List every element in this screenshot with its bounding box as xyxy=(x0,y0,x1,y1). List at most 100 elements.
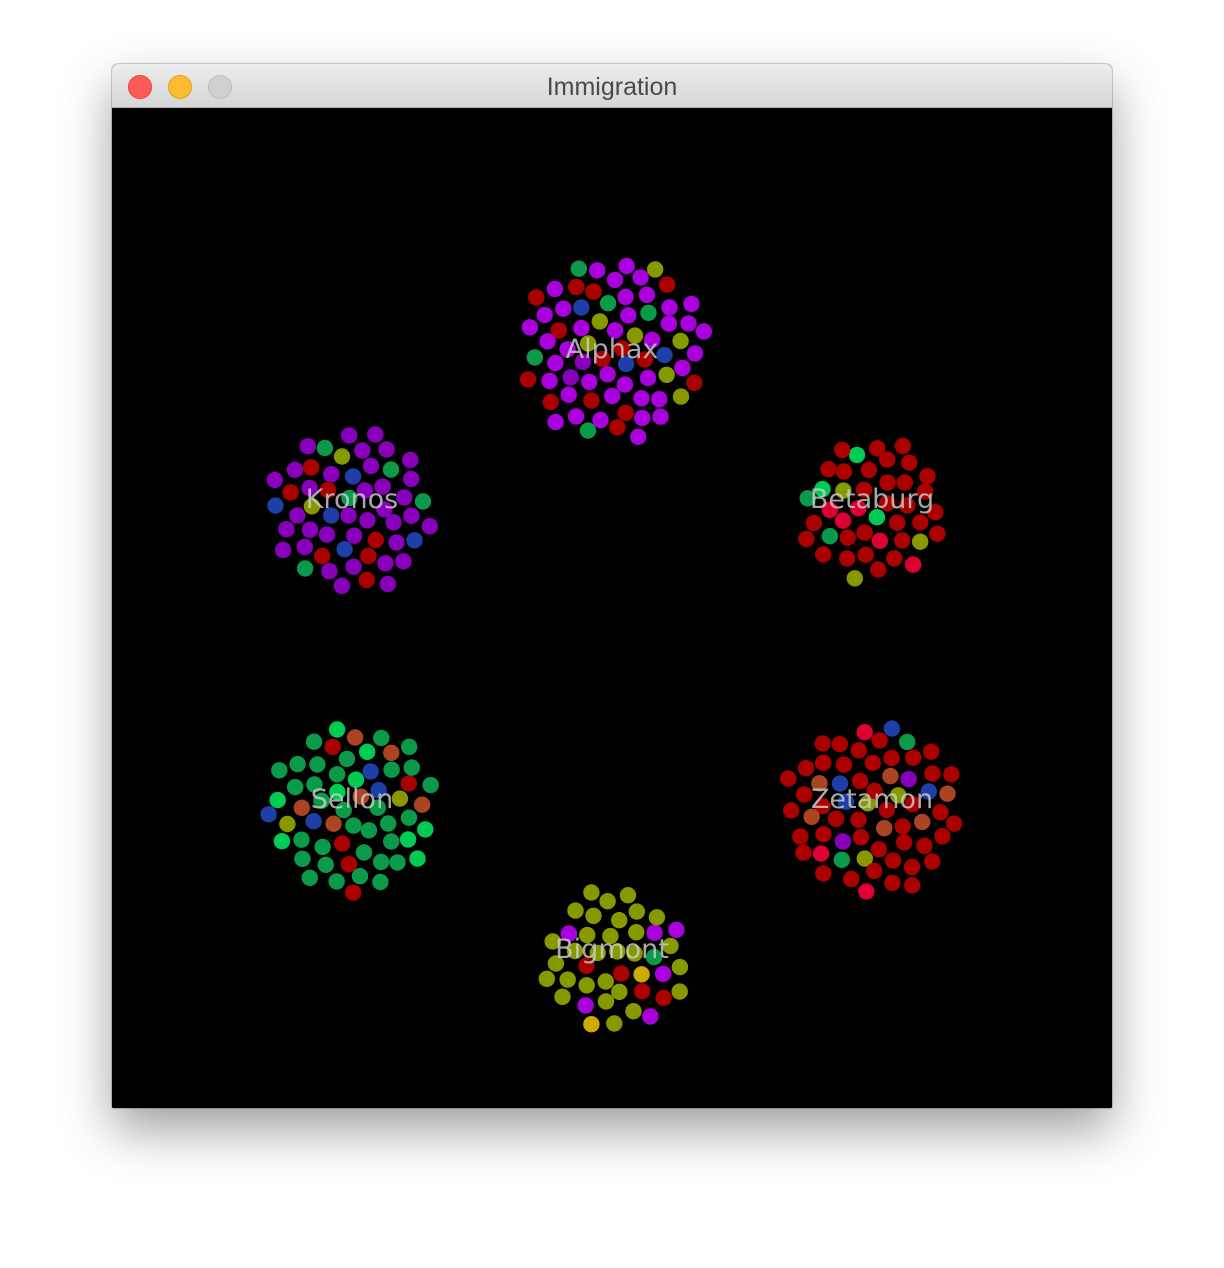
agent-dot-sellon xyxy=(400,809,418,826)
agent-dot-alphax xyxy=(562,369,579,386)
agent-dot-sellon xyxy=(373,729,390,747)
agent-dot-alphax xyxy=(539,333,556,350)
agent-dot-kronos xyxy=(299,438,316,455)
agent-dot-betaburg xyxy=(846,570,863,587)
agent-dot-zetamon xyxy=(905,749,922,766)
agent-dot-betaburg xyxy=(886,550,903,567)
agent-dot-kronos xyxy=(296,538,313,556)
agent-dot-sellon xyxy=(328,721,346,738)
agent-dot-zetamon xyxy=(945,815,963,832)
agent-dot-bigmont xyxy=(538,970,555,987)
agent-dot-zetamon xyxy=(834,833,852,850)
agent-dot-alphax xyxy=(570,260,587,277)
agent-dot-sellon xyxy=(359,743,376,760)
agent-dot-alphax xyxy=(567,408,585,425)
agent-dot-zetamon xyxy=(882,767,899,785)
agent-dot-kronos xyxy=(414,493,432,510)
agent-dot-sellon xyxy=(293,799,310,816)
agent-dot-sellon xyxy=(391,790,409,807)
agent-dot-betaburg xyxy=(821,528,839,545)
agent-dot-zetamon xyxy=(843,870,860,888)
agent-dot-alphax xyxy=(579,422,597,439)
agent-dot-sellon xyxy=(334,835,351,852)
agent-dot-betaburg xyxy=(901,454,918,471)
agent-dot-alphax xyxy=(658,366,675,383)
agent-dot-sellon xyxy=(305,733,323,750)
window-title: Immigration xyxy=(546,73,678,101)
agent-dot-kronos xyxy=(388,534,405,551)
agent-dot-bigmont xyxy=(567,902,584,919)
agent-dot-alphax xyxy=(686,374,703,391)
agent-dot-bigmont xyxy=(583,1016,600,1033)
agent-dot-bigmont xyxy=(597,973,614,990)
agent-dot-betaburg xyxy=(912,514,929,531)
agent-dot-sellon xyxy=(324,738,341,755)
agent-dot-zetamon xyxy=(856,724,873,741)
agent-dot-alphax xyxy=(521,319,539,336)
agent-dot-zetamon xyxy=(943,766,960,783)
agent-dot-alphax xyxy=(536,306,553,324)
agent-dot-bigmont xyxy=(633,983,651,1000)
agent-dot-alphax xyxy=(695,323,713,340)
agent-dot-kronos xyxy=(289,507,306,524)
agent-dot-kronos xyxy=(367,426,384,443)
agent-dot-bigmont xyxy=(625,1003,642,1020)
agent-dot-kronos xyxy=(318,526,336,543)
agent-dot-betaburg xyxy=(919,468,936,485)
agent-dot-alphax xyxy=(652,408,669,425)
agent-dot-alphax xyxy=(633,390,650,407)
agent-dot-sellon xyxy=(293,831,310,848)
agent-dot-zetamon xyxy=(797,760,815,777)
agent-dot-alphax xyxy=(680,315,697,332)
agent-dot-zetamon xyxy=(870,841,888,858)
agent-dot-betaburg xyxy=(929,525,946,542)
agent-dot-bigmont xyxy=(619,887,637,904)
agent-dot-zetamon xyxy=(795,786,813,803)
agent-dot-sellon xyxy=(399,831,417,848)
agent-dot-zetamon xyxy=(884,852,902,869)
agent-dot-alphax xyxy=(660,315,678,332)
agent-dot-sellon xyxy=(328,766,346,783)
agent-dot-bigmont xyxy=(606,1015,623,1032)
agent-dot-sellon xyxy=(338,750,356,768)
city-label-sellon: Sellon xyxy=(311,784,393,815)
agent-dot-alphax xyxy=(592,411,609,429)
agent-dot-betaburg xyxy=(912,533,929,550)
agent-dot-zetamon xyxy=(904,877,921,894)
agent-dot-alphax xyxy=(617,288,634,306)
agent-dot-kronos xyxy=(341,427,358,444)
agent-dot-alphax xyxy=(683,295,700,313)
agent-dot-zetamon xyxy=(916,837,933,854)
agent-dot-sellon xyxy=(345,817,362,834)
agent-dot-alphax xyxy=(638,286,656,303)
agent-dot-betaburg xyxy=(834,441,851,459)
agent-dot-alphax xyxy=(555,300,572,317)
agent-dot-zetamon xyxy=(815,754,832,771)
agent-dot-betaburg xyxy=(815,546,832,563)
agent-dot-sellon xyxy=(294,850,311,867)
agent-dot-bigmont xyxy=(577,997,594,1014)
title-bar[interactable]: Immigration xyxy=(112,64,1112,108)
agent-dot-betaburg xyxy=(839,529,856,546)
agent-dot-zetamon xyxy=(783,802,800,819)
agent-dot-zetamon xyxy=(924,765,941,782)
agent-dot-sellon xyxy=(279,815,296,833)
agent-dot-kronos xyxy=(333,577,351,594)
agent-dot-kronos xyxy=(333,448,351,465)
agent-dot-kronos xyxy=(302,459,320,476)
agent-dot-sellon xyxy=(314,838,331,856)
agent-dot-kronos xyxy=(301,521,319,538)
agent-dot-sellon xyxy=(400,775,417,792)
agent-dot-sellon xyxy=(403,759,420,776)
agent-dot-sellon xyxy=(417,821,434,838)
agent-dot-sellon xyxy=(351,868,369,885)
agent-dot-betaburg xyxy=(889,514,906,531)
agent-dot-kronos xyxy=(402,451,419,469)
agent-dot-kronos xyxy=(266,471,283,489)
agent-dot-sellon xyxy=(301,869,318,886)
agent-dot-zetamon xyxy=(795,844,812,861)
city-label-bigmont: Bigmont xyxy=(555,934,669,965)
agent-dot-zetamon xyxy=(833,851,850,868)
agent-dot-betaburg xyxy=(894,532,911,549)
simulation-canvas[interactable]: Alphax Betaburg Kronos Sellon Zetamon Bi… xyxy=(112,108,1112,1108)
